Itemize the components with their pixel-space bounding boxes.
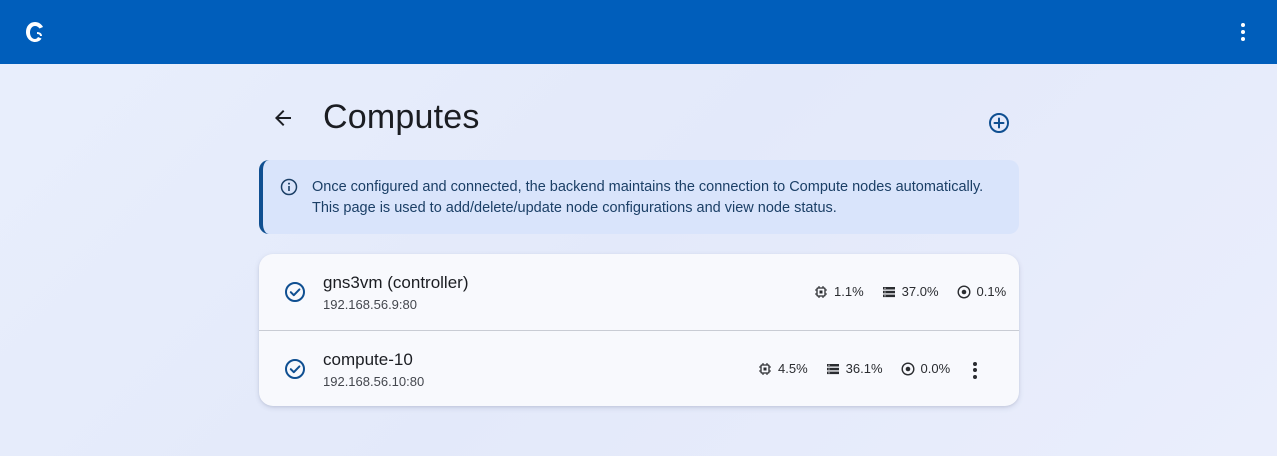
memory-stack-icon [826, 363, 839, 374]
arrow-left-icon[interactable] [271, 106, 295, 130]
computes-page: Computes Once configured and connected, … [259, 64, 1019, 406]
memory-value: 37.0% [901, 284, 939, 299]
more-vert-icon[interactable] [965, 360, 985, 380]
cpu-value: 1.1% [834, 284, 864, 299]
memory-usage: 37.0% [882, 284, 939, 299]
compute-list: gns3vm (controller) 192.168.56.9:80 1.1% [259, 254, 1019, 406]
compute-address: 192.168.56.9:80 [323, 297, 417, 312]
page-header: Computes [259, 64, 1019, 160]
disk-value: 0.1% [976, 284, 1007, 299]
cpu-usage: 1.1% [814, 284, 864, 299]
disk-usage: 0.0% [901, 361, 951, 376]
compute-stats: 4.5% 36.1% 0.0% [758, 361, 950, 376]
disk-usage: 0.1% [957, 284, 1007, 299]
more-vert-icon[interactable] [1231, 20, 1255, 44]
compute-name: compute-10 [323, 350, 413, 369]
compute-address: 192.168.56.10:80 [323, 374, 425, 389]
memory-value: 36.1% [845, 361, 883, 376]
check-circle-icon [284, 281, 306, 303]
compute-stats: 1.1% 37.0% 0.1% [814, 284, 1006, 299]
page-title: Computes [323, 98, 480, 136]
cpu-chip-icon [759, 362, 771, 375]
compute-row[interactable]: compute-10 192.168.56.10:80 4.5% 36.1% 0… [259, 330, 1019, 406]
disk-icon [901, 361, 915, 376]
disk-value: 0.0% [920, 361, 951, 376]
compute-row[interactable]: gns3vm (controller) 192.168.56.9:80 1.1% [259, 254, 1019, 330]
info-message: Once configured and connected, the backe… [312, 179, 984, 216]
top-app-bar [0, 0, 1277, 64]
disk-icon [957, 284, 971, 299]
cpu-chip-icon [815, 285, 827, 298]
info-icon [280, 178, 298, 196]
cpu-value: 4.5% [778, 361, 808, 376]
cpu-usage: 4.5% [758, 361, 808, 376]
memory-usage: 36.1% [826, 361, 883, 376]
compute-name: gns3vm (controller) [323, 273, 469, 292]
gns3-chameleon-icon[interactable] [24, 20, 46, 44]
add-circle-icon[interactable] [988, 112, 1010, 134]
info-banner: Once configured and connected, the backe… [259, 160, 1019, 234]
memory-stack-icon [882, 286, 895, 297]
check-circle-icon [284, 358, 306, 380]
